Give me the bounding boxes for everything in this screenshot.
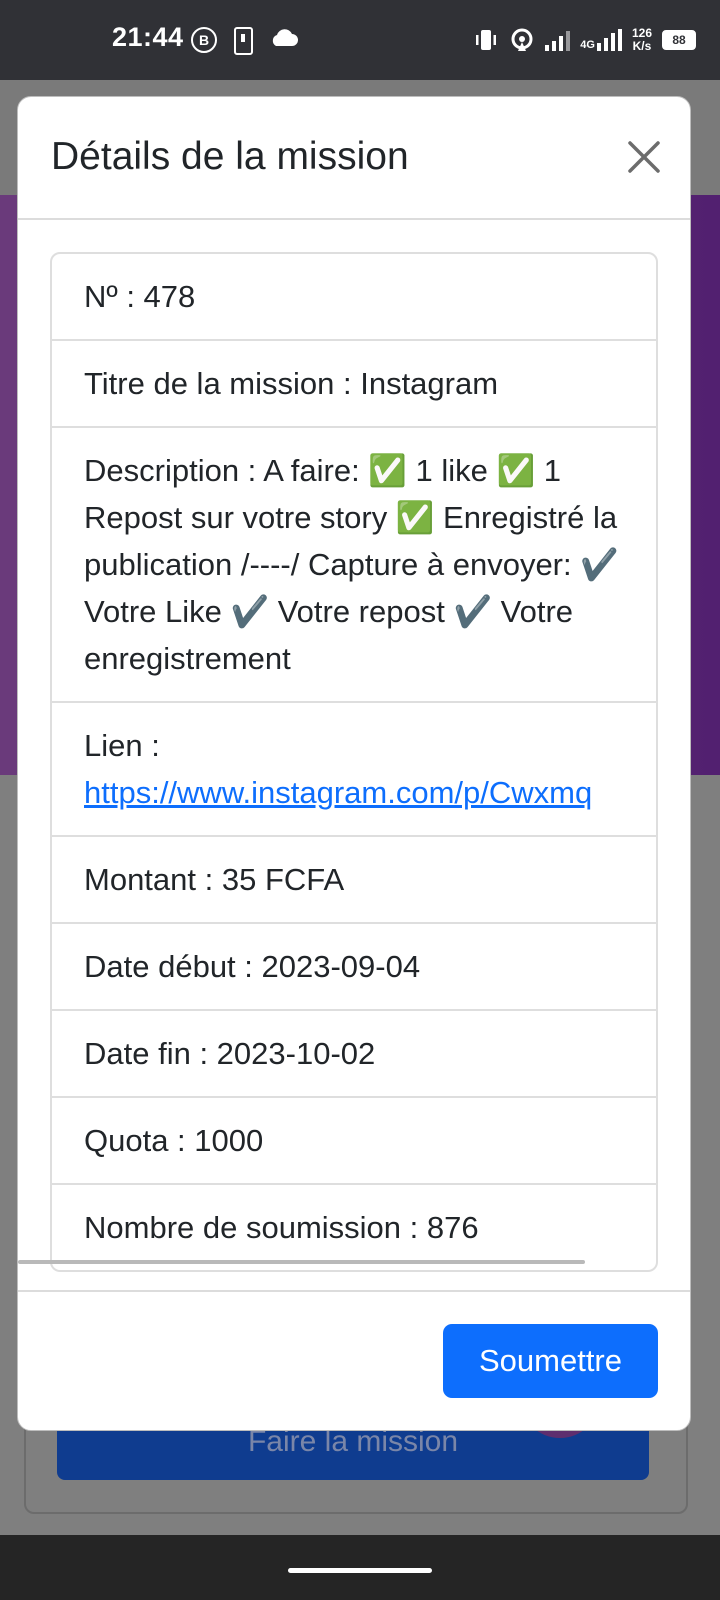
mission-link[interactable]: https://www.instagram.com/p/Cwxmq xyxy=(84,775,592,810)
battery-icon: 88 xyxy=(662,30,696,50)
vibrate-icon xyxy=(476,30,497,50)
mission-quota: Quota : 1000 xyxy=(52,1096,656,1183)
signal-icon xyxy=(545,29,571,51)
mission-description: Description : A faire: ✅ 1 like ✅ 1 Repo… xyxy=(52,426,656,701)
mission-end-date: Date fin : 2023-10-02 xyxy=(52,1009,656,1096)
clock: 21:44 xyxy=(112,22,184,52)
horizontal-scrollbar[interactable] xyxy=(18,1260,585,1264)
phone-icon xyxy=(234,27,253,55)
mission-number: Nº : 478 xyxy=(84,279,196,314)
b-notification-icon: B xyxy=(191,27,217,53)
close-icon[interactable] xyxy=(624,137,664,177)
mission-start-date: Date début : 2023-09-04 xyxy=(52,922,656,1009)
mission-amount: Montant : 35 FCFA xyxy=(52,835,656,922)
network-4g-icon: 4G xyxy=(580,29,622,51)
mission-title: Titre de la mission : Instagram xyxy=(52,339,656,426)
home-gesture-handle[interactable] xyxy=(288,1568,432,1573)
cloud-icon xyxy=(272,29,298,46)
hotspot-icon xyxy=(511,28,533,51)
modal-header: Détails de la mission xyxy=(18,97,690,220)
mission-link-row: Lien : https://www.instagram.com/p/Cwxmq xyxy=(52,701,656,835)
mission-details-list: Nº : 478 Titre de la mission : Instagram… xyxy=(50,252,658,1272)
navigation-bar xyxy=(0,1535,720,1600)
modal-title: Détails de la mission xyxy=(51,135,409,178)
status-bar: 21:44 B 4G 126 K/s 88 xyxy=(0,0,720,80)
mission-submissions: Nombre de soumission : 876 xyxy=(52,1183,656,1270)
mission-link-label: Lien : xyxy=(84,728,160,763)
mission-details-modal: Détails de la mission Nº : 478 Titre de … xyxy=(17,96,691,1431)
network-speed: 126 K/s xyxy=(631,26,652,53)
status-icons: 4G 126 K/s 88 xyxy=(473,24,696,56)
modal-footer: Soumettre xyxy=(18,1290,690,1430)
modal-body[interactable]: Nº : 478 Titre de la mission : Instagram… xyxy=(18,220,690,1290)
submit-button[interactable]: Soumettre xyxy=(443,1324,658,1398)
